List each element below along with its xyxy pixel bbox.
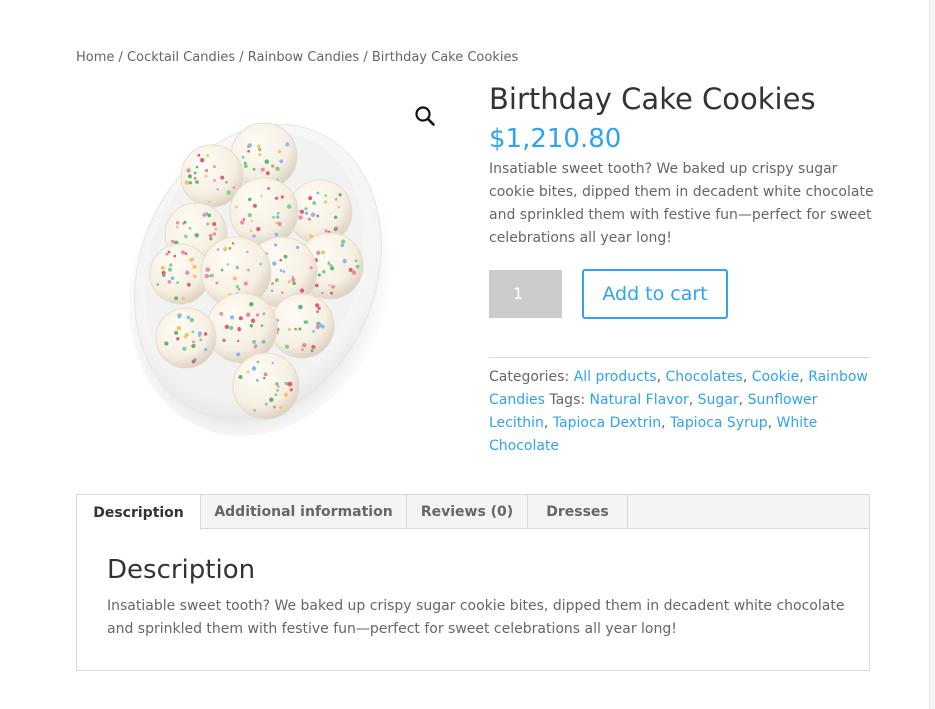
category-link[interactable]: Cookie	[752, 369, 800, 385]
breadcrumb-separator: /	[114, 50, 128, 65]
category-link[interactable]: Chocolates	[666, 369, 743, 385]
magnifier-icon	[415, 106, 435, 126]
tab-panel-title: Description	[107, 555, 256, 585]
breadcrumb-home-link[interactable]: Home	[76, 50, 114, 65]
quantity-input[interactable]: 1	[489, 270, 562, 318]
scrollbar-track[interactable]	[930, 0, 935, 709]
product-image[interactable]	[76, 84, 456, 464]
breadcrumb-separator: /	[235, 50, 248, 65]
product-summary: Birthday Cake Cookies $1,210.80 Insatiab…	[489, 80, 874, 250]
product-short-description: Insatiable sweet tooth? We baked up cris…	[489, 161, 874, 246]
candy-bowl-illustration	[129, 122, 395, 436]
categories-label: Categories:	[489, 369, 574, 385]
tag-link[interactable]: Sugar	[698, 392, 739, 408]
tag-link[interactable]: Tapioca Dextrin	[553, 415, 661, 431]
meta-divider	[489, 357, 870, 358]
product-meta: Categories: All products, Chocolates, Co…	[489, 369, 868, 454]
product-title: Birthday Cake Cookies	[489, 82, 816, 116]
tags-label: Tags:	[544, 392, 590, 408]
breadcrumb: Home / Cocktail Candies / Rainbow Candie…	[76, 50, 518, 65]
tab-panel-text: Insatiable sweet tooth? We baked up cris…	[107, 598, 845, 637]
breadcrumb-cocktail-candies-link[interactable]: Cocktail Candies	[127, 50, 235, 65]
add-to-cart-button[interactable]: Add to cart	[582, 269, 728, 319]
tab-dresses[interactable]: Dresses	[528, 495, 628, 529]
category-link[interactable]: All products	[574, 369, 657, 385]
tag-link[interactable]: Natural Flavor	[590, 392, 689, 408]
tag-link[interactable]: Tapioca Syrup	[670, 415, 768, 431]
breadcrumb-separator: /	[359, 50, 372, 65]
tab-bar: Description Additional information Revie…	[77, 495, 869, 530]
product-tabs: Description Additional information Revie…	[76, 494, 870, 671]
breadcrumb-rainbow-candies-link[interactable]: Rainbow Candies	[248, 50, 359, 65]
tab-description[interactable]: Description	[77, 495, 201, 530]
breadcrumb-current: Birthday Cake Cookies	[371, 50, 519, 65]
zoom-button[interactable]	[412, 103, 438, 129]
tab-reviews[interactable]: Reviews (0)	[407, 495, 528, 529]
tab-additional-information[interactable]: Additional information	[201, 495, 407, 529]
product-price: $1,210.80	[489, 124, 622, 154]
